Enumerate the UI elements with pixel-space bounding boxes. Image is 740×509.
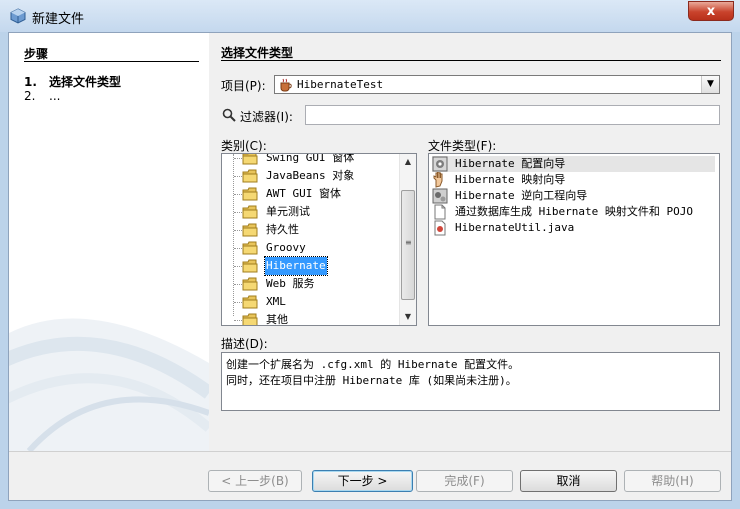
folder-icon — [242, 241, 258, 255]
project-combobox[interactable]: HibernateTest ▼ — [274, 75, 720, 94]
folder-icon — [242, 313, 258, 325]
filter-label: 过滤器(I): — [240, 110, 293, 124]
project-label: 项目(P): — [221, 79, 266, 93]
category-label: Hibernate — [264, 256, 328, 276]
step-number: 2. — [24, 89, 36, 103]
page-title: 选择文件类型 — [221, 46, 294, 60]
category-label: 其他 — [266, 313, 288, 326]
description-line: 创建一个扩展名为 .cfg.xml 的 Hibernate 配置文件。 — [226, 358, 520, 371]
title-bar[interactable]: 新建文件 x — [0, 0, 740, 32]
tree-guide-line — [234, 194, 242, 196]
tree-guide-line — [234, 248, 242, 250]
steps-heading: 步骤 — [24, 47, 49, 61]
blank-file-icon — [432, 204, 448, 220]
description-line: 同时，还在项目中注册 Hibernate 库 (如果尚未注册)。 — [226, 374, 517, 387]
folder-icon — [242, 154, 258, 165]
new-file-dialog: 新建文件 x 步骤 1. 选择文件类型 2.... 选择文件类型 项目(P): — [0, 0, 740, 509]
tree-guide-line — [234, 212, 242, 214]
dialog-body: 步骤 1. 选择文件类型 2.... 选择文件类型 项目(P): Hibernat… — [8, 32, 732, 501]
file-type-label: 通过数据库生成 Hibernate 映射文件和 POJO — [455, 205, 693, 218]
step-item-1: 1. 选择文件类型 — [24, 73, 121, 90]
filter-input[interactable] — [305, 105, 720, 125]
tree-guide-line — [234, 158, 242, 160]
tree-guide-line — [234, 320, 242, 322]
next-button[interactable]: 下一步 > — [312, 470, 413, 492]
project-value: HibernateTest — [297, 78, 384, 91]
help-button[interactable]: 帮助(H) — [624, 470, 721, 492]
netbeans-cube-icon — [10, 8, 26, 24]
categories-tree[interactable]: Swing GUI 窗体 JavaBeans 对象 AWT GUI 窗体 单元测试持久… — [221, 153, 417, 326]
folder-icon — [242, 187, 258, 201]
category-label: Groovy — [266, 241, 306, 254]
file-type-label: Hibernate 逆向工程向导 — [455, 189, 588, 202]
category-label: JavaBeans 对象 — [266, 169, 355, 182]
file-types-label: 文件类型(F): — [428, 139, 497, 153]
categories-scrollbar[interactable]: ▲ ≡ ▼ — [399, 154, 416, 325]
category-label: Web 服务 — [266, 277, 315, 290]
close-button[interactable]: x — [688, 1, 734, 21]
category-label: XML — [266, 295, 286, 308]
title-divider — [221, 60, 721, 61]
file-types-list[interactable]: Hibernate 配置向导 Hibernate 映射向导 Hibernate 逆向… — [428, 153, 720, 326]
scroll-down-arrow-icon[interactable]: ▼ — [400, 309, 416, 325]
step-label: 选择文件类型 — [49, 75, 122, 89]
step-item-2: 2.... — [24, 89, 60, 103]
description-label: 描述(D): — [221, 337, 268, 351]
tree-guide-line — [234, 302, 242, 304]
java-file-icon — [432, 220, 448, 236]
category-label: Swing GUI 窗体 — [266, 153, 355, 164]
search-icon — [222, 108, 236, 122]
back-button[interactable]: < 上一步(B) — [208, 470, 302, 492]
tree-guide-line — [234, 284, 242, 286]
category-label: AWT GUI 窗体 — [266, 187, 341, 200]
tree-guide-line — [233, 154, 235, 316]
cancel-button[interactable]: 取消 — [520, 470, 617, 492]
coffee-cup-project-icon — [280, 78, 292, 92]
tree-guide-line — [234, 176, 242, 178]
folder-icon — [242, 169, 258, 183]
file-type-label: Hibernate 映射向导 — [455, 173, 566, 186]
scroll-up-arrow-icon[interactable]: ▲ — [400, 154, 416, 170]
folder-icon — [242, 295, 258, 309]
steps-panel: 步骤 1. 选择文件类型 2.... — [9, 33, 209, 451]
scroll-thumb[interactable]: ≡ — [401, 190, 415, 300]
tree-guide-line — [234, 230, 242, 232]
dropdown-arrow-icon[interactable]: ▼ — [701, 76, 719, 93]
folder-icon — [242, 205, 258, 219]
hand-mapping-icon — [432, 171, 448, 188]
window-title: 新建文件 — [32, 12, 85, 27]
category-label: 持久性 — [266, 223, 299, 236]
categories-label: 类别(C): — [221, 139, 267, 153]
step-label: ... — [49, 89, 61, 103]
button-bar-divider — [9, 451, 731, 452]
folder-icon — [242, 277, 258, 291]
tree-guide-line — [234, 266, 242, 268]
file-type-item[interactable]: Hibernate 配置向导 — [432, 156, 715, 172]
category-label: 单元测试 — [266, 205, 310, 218]
folder-icon — [242, 259, 258, 273]
file-type-label: Hibernate 配置向导 — [455, 157, 566, 170]
folder-icon — [242, 223, 258, 237]
grip-icon: ≡ — [405, 238, 412, 247]
step-number: 1. — [24, 75, 37, 89]
reverse-engineering-icon — [432, 188, 448, 204]
description-box: 创建一个扩展名为 .cfg.xml 的 Hibernate 配置文件。 同时，还… — [221, 352, 720, 411]
steps-divider — [24, 61, 199, 62]
config-wizard-icon — [432, 156, 448, 172]
file-type-label: HibernateUtil.java — [455, 221, 575, 234]
finish-button[interactable]: 完成(F) — [416, 470, 513, 492]
